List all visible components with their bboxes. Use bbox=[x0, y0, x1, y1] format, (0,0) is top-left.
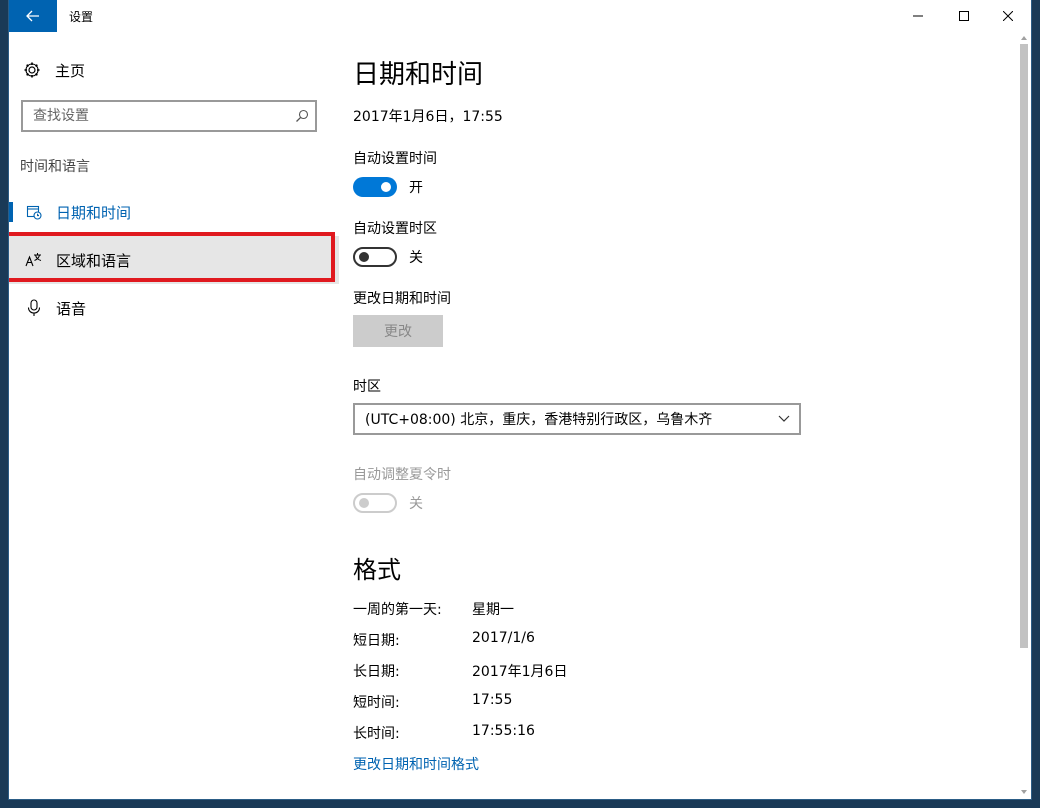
region-language-icon bbox=[25, 251, 43, 269]
auto-time-state: 开 bbox=[409, 180, 423, 196]
scroll-up-icon[interactable] bbox=[1020, 34, 1028, 42]
selection-indicator bbox=[9, 202, 13, 222]
calendar-clock-icon bbox=[25, 203, 43, 221]
dst-label: 自动调整夏令时 bbox=[353, 467, 451, 483]
toggle-knob bbox=[359, 498, 369, 508]
format-value: 2017/1/6 bbox=[472, 630, 535, 646]
vertical-scrollbar[interactable] bbox=[1017, 32, 1031, 799]
auto-timezone-toggle[interactable] bbox=[353, 247, 397, 267]
format-key: 长日期: bbox=[353, 664, 400, 680]
current-datetime: 2017年1月6日，17:55 bbox=[353, 109, 503, 125]
minimize-icon bbox=[913, 15, 923, 17]
dst-toggle[interactable] bbox=[353, 493, 397, 513]
format-value: 星期一 bbox=[472, 602, 514, 618]
auto-time-row: 开 bbox=[353, 176, 423, 198]
timezone-dropdown[interactable]: (UTC+08:00) 北京，重庆，香港特别行政区，乌鲁木齐 bbox=[353, 403, 801, 435]
window-title: 设置 bbox=[69, 10, 94, 24]
sidebar-item-region-language[interactable]: 区域和语言 bbox=[9, 232, 339, 284]
format-row: 一周的第一天: 星期一 bbox=[353, 599, 753, 619]
home-label: 主页 bbox=[55, 61, 86, 80]
settings-window: 设置 主页 查找设置 时间和语言 日期和时间 区域和语言 语音 日期和时间 20… bbox=[8, 0, 1032, 800]
main-content: 日期和时间 2017年1月6日，17:55 自动设置时间 开 自动设置时区 关 … bbox=[353, 32, 1013, 799]
microphone-icon bbox=[25, 299, 43, 317]
search-box[interactable] bbox=[21, 100, 317, 132]
close-icon bbox=[1003, 11, 1013, 21]
auto-timezone-label: 自动设置时区 bbox=[353, 221, 437, 237]
timezone-label: 时区 bbox=[353, 379, 381, 395]
home-nav-item[interactable]: 主页 bbox=[23, 58, 85, 82]
toggle-knob bbox=[359, 252, 369, 262]
format-key: 短日期: bbox=[353, 633, 400, 649]
sidebar-item-date-time[interactable]: 日期和时间 bbox=[9, 188, 339, 236]
change-format-link[interactable]: 更改日期和时间格式 bbox=[353, 754, 479, 774]
format-key: 一周的第一天: bbox=[353, 602, 442, 618]
section-label: 时间和语言 bbox=[20, 159, 90, 175]
auto-time-label: 自动设置时间 bbox=[353, 151, 437, 167]
auto-time-toggle[interactable] bbox=[353, 177, 397, 197]
back-button[interactable] bbox=[9, 0, 57, 32]
sidebar: 主页 时间和语言 日期和时间 bbox=[9, 32, 339, 799]
sidebar-item-label: 语音 bbox=[56, 299, 87, 318]
change-datetime-label: 更改日期和时间 bbox=[353, 291, 451, 307]
maximize-icon bbox=[959, 11, 969, 21]
format-row: 短时间: 17:55 bbox=[353, 692, 753, 712]
change-button[interactable]: 更改 bbox=[353, 315, 443, 347]
search-icon[interactable] bbox=[289, 103, 315, 129]
close-button[interactable] bbox=[985, 0, 1031, 32]
scroll-thumb[interactable] bbox=[1020, 44, 1028, 648]
auto-timezone-row: 关 bbox=[353, 246, 423, 268]
chevron-down-icon bbox=[769, 415, 799, 423]
dst-row: 关 bbox=[353, 492, 423, 514]
toggle-knob bbox=[381, 182, 391, 192]
format-value: 17:55 bbox=[472, 692, 513, 708]
format-row: 短日期: 2017/1/6 bbox=[353, 630, 753, 650]
maximize-button[interactable] bbox=[941, 0, 987, 32]
format-key: 长时间: bbox=[353, 726, 400, 742]
format-key: 短时间: bbox=[353, 695, 400, 711]
gear-icon bbox=[24, 62, 40, 78]
dst-state: 关 bbox=[409, 496, 423, 512]
sidebar-item-label: 日期和时间 bbox=[56, 203, 132, 222]
format-row: 长时间: 17:55:16 bbox=[353, 723, 753, 743]
timezone-value: (UTC+08:00) 北京，重庆，香港特别行政区，乌鲁木齐 bbox=[365, 412, 713, 428]
minimize-button[interactable] bbox=[895, 0, 941, 32]
title-bar: 设置 bbox=[9, 0, 1031, 32]
page-title: 日期和时间 bbox=[353, 60, 484, 90]
sidebar-item-label: 区域和语言 bbox=[56, 251, 132, 270]
back-arrow-icon bbox=[26, 10, 39, 22]
auto-timezone-state: 关 bbox=[409, 250, 423, 266]
format-value: 17:55:16 bbox=[472, 723, 535, 739]
scroll-down-icon[interactable] bbox=[1020, 788, 1028, 796]
sidebar-item-speech[interactable]: 语音 bbox=[9, 284, 339, 332]
format-row: 长日期: 2017年1月6日 bbox=[353, 661, 753, 681]
format-section-title: 格式 bbox=[353, 556, 401, 584]
search-input[interactable] bbox=[23, 103, 289, 129]
format-value: 2017年1月6日 bbox=[472, 664, 568, 680]
